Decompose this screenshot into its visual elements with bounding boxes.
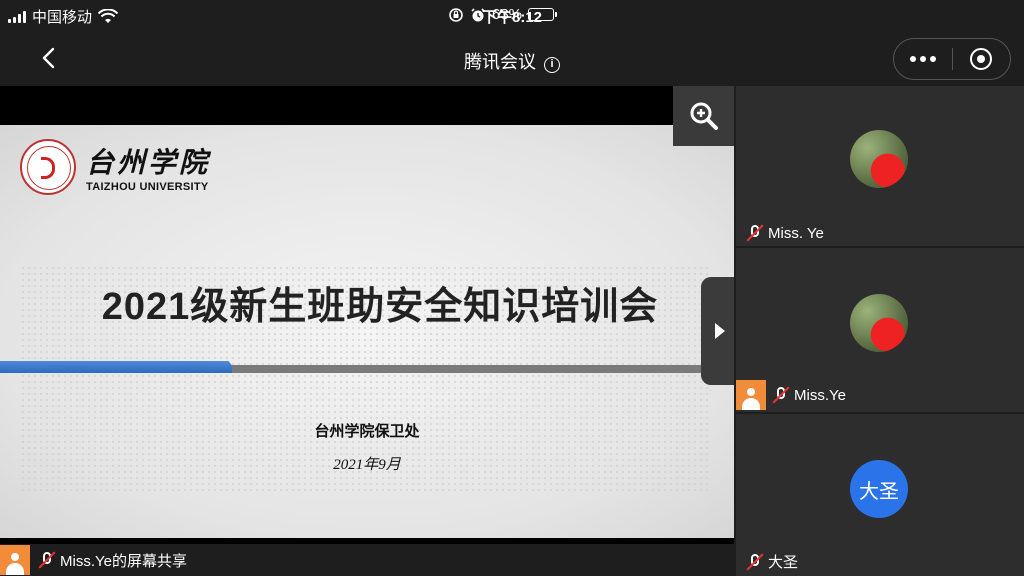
participant-name: Miss.Ye [794,386,846,404]
participant-tile[interactable]: Miss.Ye [736,248,1024,412]
participant-name: 大圣 [768,554,799,571]
university-seal [20,139,76,195]
mic-muted-icon [38,551,56,569]
miniprogram-capsule [893,38,1011,80]
slide-organizer: 台州学院保卫处 [314,422,420,440]
participant-name-bar: Miss.Ye [736,380,846,410]
info-icon[interactable]: i [544,57,560,73]
person-icon [736,380,766,410]
battery-icon [528,8,558,21]
avatar [850,130,908,188]
slide-title: 2021级新生班助安全知识培训会 [101,286,659,328]
page-title: 腾讯会议 i [0,48,1024,74]
status-right: 63% [448,6,558,23]
gray-stripe [232,365,734,373]
zoom-in-button[interactable] [673,86,734,146]
university-logo: 台州学院 TAIZHOU UNIVERSITY [20,139,210,195]
mic-muted-icon [746,553,764,571]
participant-name: Miss. Ye [768,224,824,242]
participant-name-bar: Miss. Ye [740,224,824,242]
presentation-slide: 台州学院 TAIZHOU UNIVERSITY 2021级新生班助安全知识培训会… [0,125,734,538]
status-bar: 中国移动 下午8:12 63% [0,0,1024,30]
expand-arrow-icon [714,323,725,339]
logo-chinese-name: 台州学院 [86,146,211,179]
close-miniprogram-icon [970,48,993,70]
logo-english-name: TAIZHOU UNIVERSITY [86,181,209,193]
lock-rotation-icon [449,7,463,22]
participant-tile[interactable]: 大圣 大圣 [736,414,1024,576]
mic-muted-icon [772,386,790,404]
blue-stripe [0,361,238,373]
alarm-icon [471,7,485,21]
participant-tile[interactable]: Miss. Ye [736,86,1024,246]
close-miniprogram-button[interactable] [953,48,1010,70]
share-owner-bar: Miss.Ye的屏幕共享 [0,544,734,576]
nav-bar: 腾讯会议 i [0,30,1024,86]
mic-muted-icon [746,224,764,242]
person-icon [0,545,30,575]
slide-date: 2021年9月 [333,457,401,473]
more-icon[interactable] [894,56,952,62]
zoom-in-icon [690,102,718,130]
screen-share-area: 台州学院 TAIZHOU UNIVERSITY 2021级新生班助安全知识培训会… [0,86,734,544]
share-owner-label: Miss.Ye的屏幕共享 [60,552,187,570]
expand-panel-button[interactable] [701,277,734,385]
participant-name-bar: 大圣 [740,551,798,572]
meeting-app-title: 腾讯会议 [464,52,536,72]
avatar: 大圣 [850,460,908,518]
avatar [850,294,908,352]
battery-percent: 63% [492,6,523,23]
